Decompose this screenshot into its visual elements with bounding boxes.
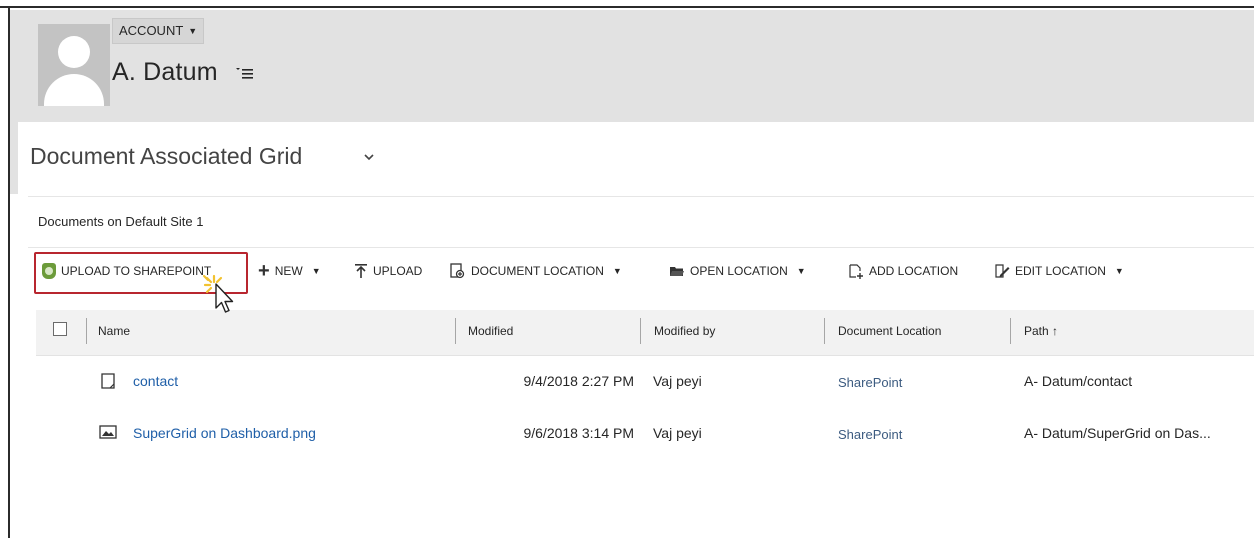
caret-down-icon: ▼ [1114, 266, 1124, 276]
row-modified-by: Vaj peyi [653, 425, 702, 441]
column-header-name[interactable]: Name [98, 324, 130, 338]
image-icon [99, 425, 117, 439]
document-location-button[interactable]: DOCUMENT LOCATION ▼ [450, 258, 622, 284]
grid-title[interactable]: Document Associated Grid [30, 143, 302, 170]
avatar-body-shape [44, 74, 104, 106]
row-path: A- Datum/SuperGrid on Das... [1024, 425, 1211, 441]
form-selector-menu-icon[interactable] [236, 66, 254, 85]
row-name-link[interactable]: SuperGrid on Dashboard.png [133, 425, 316, 441]
column-divider [1010, 318, 1011, 344]
caret-down-icon: ▼ [796, 266, 806, 276]
upload-arrow-icon [355, 264, 367, 278]
upload-button[interactable]: UPLOAD [354, 258, 422, 284]
add-location-label: ADD LOCATION [869, 264, 959, 278]
open-location-button[interactable]: OPEN LOCATION ▼ [669, 258, 806, 284]
plus-icon: + [258, 260, 270, 282]
upload-label: UPLOAD [373, 264, 423, 278]
row-modified-by: Vaj peyi [653, 373, 702, 389]
caret-down-icon: ▼ [311, 266, 321, 276]
column-divider [640, 318, 641, 344]
add-location-button[interactable]: ADD LOCATION [848, 258, 958, 284]
window-frame-top [0, 0, 1254, 8]
column-divider [455, 318, 456, 344]
column-header-document-location[interactable]: Document Location [838, 324, 941, 338]
avatar[interactable] [38, 24, 110, 106]
open-location-label: OPEN LOCATION [690, 264, 788, 278]
document-location-label: DOCUMENT LOCATION [471, 264, 604, 278]
table-header [36, 310, 1254, 356]
caret-down-icon: ▼ [612, 266, 622, 276]
account-entity-button[interactable]: ACCOUNT ▼ [112, 18, 205, 44]
account-label: ACCOUNT [119, 23, 184, 38]
documents-site-label: Documents on Default Site 1 [38, 214, 204, 229]
edit-location-button[interactable]: EDIT LOCATION ▼ [994, 258, 1124, 284]
row-modified: 9/6/2018 3:14 PM [523, 425, 634, 441]
column-header-path[interactable]: Path ↑ [1024, 324, 1058, 338]
document-location-icon [450, 263, 465, 279]
row-modified: 9/4/2018 2:27 PM [523, 373, 634, 389]
divider [28, 196, 1254, 197]
caret-down-icon: ▼ [188, 26, 198, 36]
avatar-head-shape [58, 36, 90, 68]
column-divider [86, 318, 87, 344]
mouse-cursor-icon [202, 274, 234, 313]
open-folder-icon [670, 267, 684, 276]
divider [28, 247, 1254, 248]
row-document-location: SharePoint [838, 427, 903, 442]
document-icon [101, 373, 115, 389]
column-divider [824, 318, 825, 344]
select-all-checkbox[interactable] [53, 322, 67, 336]
record-name: A. Datum [112, 58, 218, 86]
edit-location-icon [995, 264, 1010, 278]
column-header-modified-by[interactable]: Modified by [654, 324, 715, 338]
row-document-location: SharePoint [838, 375, 903, 390]
column-header-modified[interactable]: Modified [468, 324, 513, 338]
add-location-icon [849, 264, 863, 279]
new-label: NEW [274, 264, 303, 278]
chevron-down-icon[interactable] [364, 150, 374, 165]
edit-location-label: EDIT LOCATION [1015, 264, 1106, 278]
row-path: A- Datum/contact [1024, 373, 1133, 389]
row-name-link[interactable]: contact [133, 373, 178, 389]
new-button[interactable]: + NEW ▼ [258, 258, 321, 284]
